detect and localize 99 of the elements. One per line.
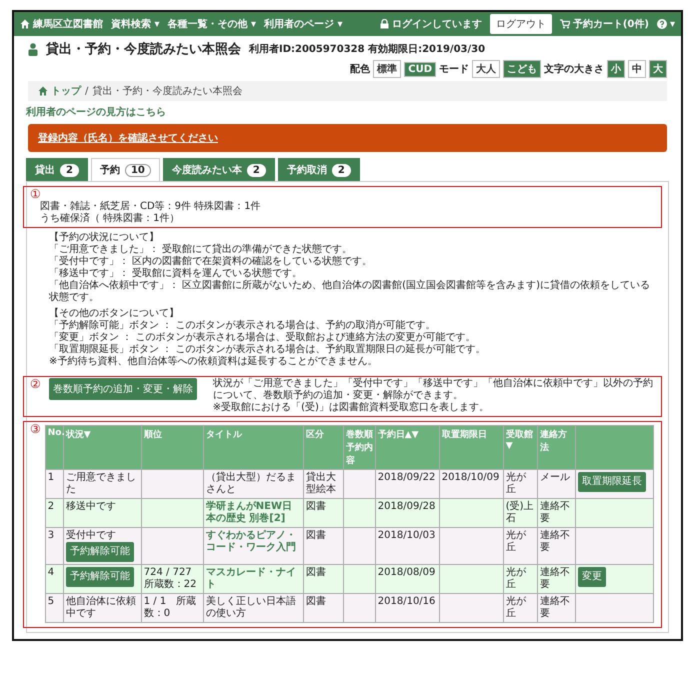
table-cell: 1 / 1 所蔵数：0 bbox=[141, 594, 204, 622]
menu-dropdown[interactable]: 利用者のページ ▾ bbox=[264, 17, 343, 31]
table-cell: 連絡不要 bbox=[537, 528, 576, 564]
table-cell: 1 bbox=[45, 470, 64, 498]
table-cell: 貸出大型絵本 bbox=[303, 470, 344, 498]
table-cell: 図書 bbox=[303, 564, 344, 594]
info-heading: 【その他のボタンについて】 bbox=[49, 308, 180, 320]
setting-label: 配色 bbox=[350, 62, 370, 76]
callout-marker: ② bbox=[30, 378, 41, 390]
setting-option[interactable]: CUD bbox=[404, 62, 436, 76]
column-header: 連絡方法 bbox=[537, 426, 576, 470]
count-badge: 10 bbox=[124, 164, 151, 176]
table-cell: 光が丘 bbox=[503, 564, 538, 594]
setting-label: 文字の大きさ bbox=[544, 62, 604, 76]
title-text: （貸出大型）だるまさんと bbox=[206, 472, 297, 496]
summary-text: 図書・雑誌・紙芝居・CD等：9件 特殊図書：1件 bbox=[40, 201, 262, 212]
table-cell: 光が丘 bbox=[503, 528, 538, 564]
table-cell: 2018/10/09 bbox=[439, 470, 504, 498]
count-badge: 2 bbox=[60, 164, 79, 176]
cart-link[interactable]: 予約カート(0件) bbox=[560, 17, 649, 31]
table-cell: (受)上石 bbox=[503, 498, 538, 528]
info-text: 「予約解除可能」ボタン ： このボタンが表示される場合は、予約の取消が可能です。 bbox=[49, 320, 436, 332]
breadcrumb-link[interactable]: トップ bbox=[38, 84, 81, 98]
status-text: 他自治体に依頼中です bbox=[66, 596, 137, 620]
tab[interactable]: 予約取消 2 bbox=[278, 158, 360, 181]
column-header: 巻数順予約内容 bbox=[343, 426, 376, 470]
info-text: 「ご用意できました」： 受取館にて貸出の準備ができた状態です。 bbox=[49, 244, 354, 256]
tab[interactable]: 予約 10 bbox=[90, 158, 160, 181]
setting-option[interactable]: 小 bbox=[607, 60, 625, 78]
table-cell: 2018/08/09 bbox=[375, 564, 440, 594]
callout-marker: ① bbox=[30, 187, 41, 201]
setting-label: モード bbox=[439, 63, 469, 76]
status-text: 移送中です bbox=[66, 501, 117, 513]
table-cell: 2018/09/22 bbox=[375, 470, 440, 498]
page-title: 貸出・予約・今度読みたい本照会 bbox=[46, 40, 241, 58]
summary-text: うち確保済（ 特殊図書：1件） bbox=[40, 213, 181, 225]
setting-option[interactable]: 標準 bbox=[373, 60, 402, 78]
status-text: 受付中です bbox=[66, 530, 117, 542]
table-cell: 3 bbox=[45, 528, 64, 564]
alert-link[interactable]: 登録内容（氏名）を確認させてください bbox=[38, 133, 218, 144]
help-link[interactable]: 利用者のページの見方はこちら bbox=[26, 105, 166, 119]
table-cell: 2018/10/03 bbox=[375, 528, 440, 564]
column-header: No. bbox=[45, 426, 64, 470]
column-header[interactable]: 状況▼ bbox=[63, 426, 142, 470]
menu-dropdown[interactable]: 各種一覧・その他 ▾ bbox=[168, 17, 256, 31]
cancel-reservation-button[interactable]: 予約解除可能 bbox=[66, 542, 134, 562]
help-dropdown[interactable]: ▾ bbox=[656, 18, 675, 30]
info-text: 「他自治体へ依頼中です」： 区立図書館に所蔵がないため、他自治体の図書館(国立国会図書館等を含みます)に貸借の依頼をしている状態です。 bbox=[49, 280, 651, 304]
breadcrumb-text: 貸出・予約・今度読みたい本照会 bbox=[92, 84, 242, 98]
info-text: 「受付中です」： 区内の図書館で在架資料の確認をしている状態です。 bbox=[49, 256, 374, 268]
action-button[interactable]: 変更 bbox=[578, 567, 606, 587]
tab[interactable]: 今度読みたい本 2 bbox=[162, 158, 275, 181]
table-cell: 光が丘 bbox=[503, 594, 538, 622]
table-cell: 4 bbox=[45, 564, 64, 594]
count-badge: 2 bbox=[332, 164, 351, 176]
table-cell: 光が丘 bbox=[503, 470, 538, 498]
setting-option[interactable]: 大人 bbox=[472, 60, 500, 78]
table-cell: 2018/09/28 bbox=[375, 498, 440, 528]
cancel-reservation-button[interactable]: 予約解除可能 bbox=[66, 567, 134, 587]
info-text: ※予約待ち資料、他自治体等への依頼資料は延長することができません。 bbox=[49, 356, 378, 368]
title-text: 美しく正しい日本語の使い方 bbox=[206, 596, 297, 620]
table-cell: 図書 bbox=[303, 498, 344, 528]
tab[interactable]: 貸出 2 bbox=[26, 158, 88, 181]
volume-reservation-button[interactable]: 巻数順予約の追加・変更・解除 bbox=[48, 378, 197, 400]
table-cell: 724 / 727 所蔵数：22 bbox=[141, 564, 204, 594]
table-cell: 5 bbox=[45, 594, 64, 622]
action-button[interactable]: 取置期限延長 bbox=[578, 472, 646, 492]
menu-dropdown[interactable]: 資料検索 ▾ bbox=[111, 17, 160, 31]
table-cell: 図書 bbox=[303, 528, 344, 564]
login-status: ログインしています bbox=[380, 17, 482, 31]
column-header: 順位 bbox=[141, 426, 204, 470]
note-text: 状況が「ご用意できました」「受付中です」「移送中です」「他自治体に依頼中です」以外の予約について、巻数順予約の追加・変更・解除ができます。 bbox=[212, 378, 654, 402]
breadcrumb-text: / bbox=[85, 86, 88, 96]
column-header[interactable]: 予約日▲▼ bbox=[375, 426, 440, 470]
setting-option[interactable]: 大 bbox=[649, 60, 667, 78]
note-text: ※受取館における「(受)」は図書館資料受取窓口を表します。 bbox=[212, 402, 490, 414]
table-cell: 連絡不要 bbox=[537, 594, 576, 622]
info-text: 「移送中です」： 受取館に資料を運んでいる状態です。 bbox=[49, 268, 304, 280]
info-heading: 【予約の状況について】 bbox=[49, 232, 160, 244]
column-header: 取置期限日 bbox=[439, 426, 504, 470]
library-home-link[interactable]: 練馬区立図書館 bbox=[20, 17, 103, 31]
table-cell: 連絡不要 bbox=[537, 564, 576, 594]
info-text: 「取置期限延長」ボタン ： このボタンが表示される場合は、予約取置期限日の延長が可能です。 bbox=[49, 344, 486, 356]
column-header: タイトル bbox=[203, 426, 304, 470]
column-header[interactable]: 受取館 ▼ bbox=[503, 426, 538, 470]
setting-option[interactable]: こども bbox=[503, 60, 541, 78]
table-cell: 2 bbox=[45, 498, 64, 528]
setting-option[interactable]: 中 bbox=[628, 60, 646, 78]
callout-marker: ③ bbox=[30, 423, 41, 435]
logout-button[interactable]: ログアウト bbox=[490, 14, 552, 34]
table-cell: 2018/10/16 bbox=[375, 594, 440, 622]
user-info: 利用者ID:2005970328 有効期限日:2019/03/30 bbox=[249, 42, 486, 56]
table-cell: 図書 bbox=[303, 594, 344, 622]
count-badge: 2 bbox=[246, 164, 266, 176]
status-text: ご用意できました bbox=[66, 472, 137, 496]
table-cell: メール bbox=[537, 470, 576, 498]
info-text: 「変更」ボタン ： このボタンが表示される場合は、受取館および連絡方法の変更が可能です。 bbox=[49, 332, 476, 344]
table-cell: 連絡不要 bbox=[537, 498, 576, 528]
column-header: 区分 bbox=[303, 426, 344, 470]
